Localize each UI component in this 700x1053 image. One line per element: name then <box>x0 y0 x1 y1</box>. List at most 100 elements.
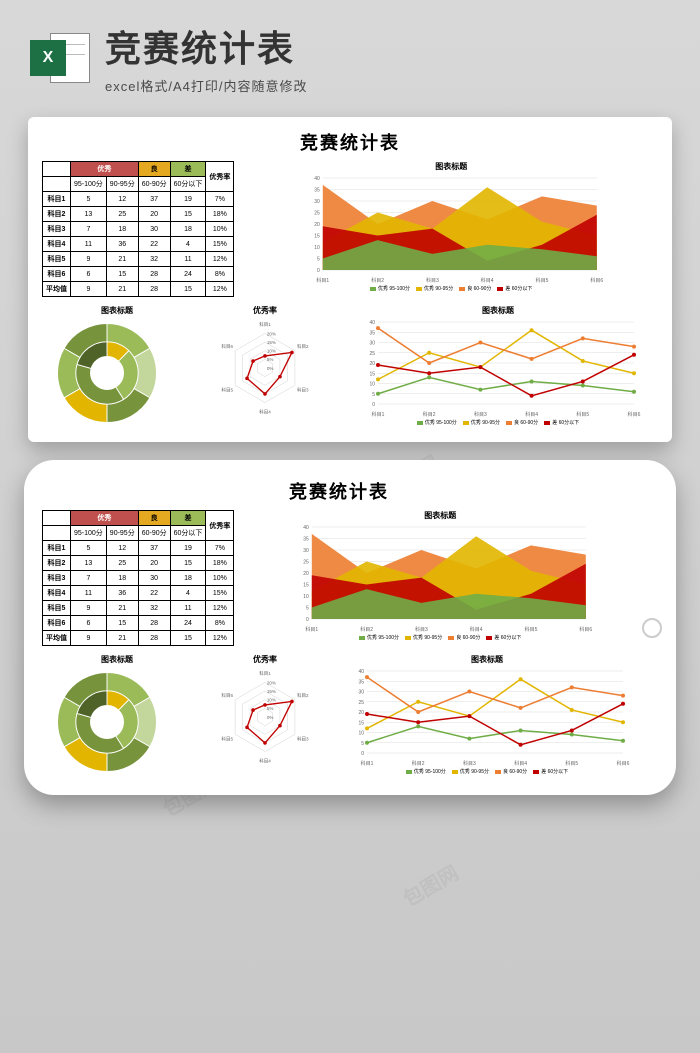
legend-item: 优秀 90-95分 <box>452 768 489 775</box>
svg-text:科目6: 科目6 <box>221 343 233 350</box>
svg-text:0: 0 <box>317 268 320 274</box>
cell: 6 <box>71 616 107 631</box>
legend-item: 优秀 95-100分 <box>406 768 446 775</box>
cell: 12% <box>206 601 234 616</box>
svg-text:科目4: 科目4 <box>470 626 483 633</box>
svg-text:科目6: 科目6 <box>617 760 630 767</box>
table-row: 平均值921281512% <box>43 631 234 646</box>
cell: 13 <box>71 556 107 571</box>
cell: 18 <box>106 222 138 237</box>
legend-item: 良 60-90分 <box>506 419 538 426</box>
cell: 18 <box>170 222 206 237</box>
legend-item: 良 60-90分 <box>448 634 480 641</box>
svg-text:科目1: 科目1 <box>317 277 330 284</box>
svg-text:10: 10 <box>369 382 375 388</box>
cell: 7 <box>71 222 107 237</box>
svg-text:科目4: 科目4 <box>259 408 271 415</box>
svg-text:5%: 5% <box>267 706 274 711</box>
radar-chart: 优秀率 0%5%10%15%20%科目1科目2科目3科目4科目5科目6 <box>200 305 330 428</box>
svg-text:科目5: 科目5 <box>525 626 538 633</box>
line-chart: 图表标题 0510152025303540科目1科目2科目3科目4科目5科目6 … <box>338 305 658 428</box>
svg-text:30: 30 <box>369 341 375 347</box>
cell: 9 <box>71 601 107 616</box>
cell: 9 <box>71 252 107 267</box>
svg-text:15: 15 <box>315 234 321 240</box>
row-label: 科目1 <box>43 192 71 207</box>
svg-text:10: 10 <box>315 245 321 251</box>
cell: 9 <box>71 631 107 646</box>
svg-text:15%: 15% <box>267 340 276 345</box>
legend-item: 优秀 90-95分 <box>463 419 500 426</box>
svg-text:科目3: 科目3 <box>426 277 439 284</box>
cell: 21 <box>106 252 138 267</box>
svg-text:5: 5 <box>361 741 364 747</box>
cell: 7% <box>206 192 234 207</box>
row-label: 科目2 <box>43 556 71 571</box>
cell: 25 <box>106 556 138 571</box>
cell: 36 <box>106 586 138 601</box>
svg-text:5: 5 <box>317 257 320 263</box>
cell: 15 <box>106 267 138 282</box>
svg-text:科目4: 科目4 <box>259 757 271 764</box>
svg-text:25: 25 <box>304 560 310 566</box>
svg-text:10: 10 <box>358 731 364 737</box>
svg-text:25: 25 <box>369 351 375 357</box>
svg-text:5%: 5% <box>267 357 274 362</box>
cell: 8% <box>206 267 234 282</box>
row-label: 科目2 <box>43 207 71 222</box>
col-group-bad: 差 <box>170 162 206 177</box>
radar-chart: 优秀率 0%5%10%15%20%科目1科目2科目3科目4科目5科目6 <box>200 654 330 777</box>
cell: 12% <box>206 282 234 297</box>
table-row: 科目5921321112% <box>43 252 234 267</box>
svg-text:40: 40 <box>358 669 364 675</box>
cell: 21 <box>106 631 138 646</box>
cell: 12% <box>206 252 234 267</box>
cell: 7% <box>206 541 234 556</box>
svg-text:20%: 20% <box>267 331 276 336</box>
legend-item: 优秀 95-100分 <box>370 285 410 292</box>
row-label: 科目5 <box>43 601 71 616</box>
sheet-main-title: 竞赛统计表 <box>42 478 636 504</box>
svg-text:科目2: 科目2 <box>297 692 309 699</box>
legend-item: 差 60分以下 <box>544 419 579 426</box>
svg-text:科目2: 科目2 <box>412 760 425 767</box>
svg-text:20: 20 <box>315 222 321 228</box>
svg-text:15: 15 <box>358 720 364 726</box>
cell: 24 <box>170 267 206 282</box>
cell: 15% <box>206 237 234 252</box>
cell: 21 <box>106 601 138 616</box>
table-row: 科目4113622415% <box>43 586 234 601</box>
svg-text:0%: 0% <box>267 366 274 371</box>
col-group-excellent: 优秀 <box>71 162 139 177</box>
area-chart-title: 图表标题 <box>244 161 658 172</box>
legend-item: 优秀 95-100分 <box>417 419 457 426</box>
sheet-main-title: 竞赛统计表 <box>42 129 658 155</box>
svg-text:科目1: 科目1 <box>361 760 374 767</box>
cell: 9 <box>71 282 107 297</box>
cell: 18 <box>106 571 138 586</box>
cell: 30 <box>138 571 170 586</box>
cell: 4 <box>170 237 206 252</box>
svg-text:科目1: 科目1 <box>372 411 385 418</box>
svg-text:20: 20 <box>304 571 310 577</box>
cell: 15 <box>170 556 206 571</box>
cell: 12 <box>106 192 138 207</box>
svg-text:20: 20 <box>369 361 375 367</box>
cell: 22 <box>138 586 170 601</box>
svg-text:科目1: 科目1 <box>259 670 271 677</box>
col-header-rate: 优秀率 <box>206 162 234 192</box>
svg-text:35: 35 <box>369 330 375 336</box>
table-row: 科目661528248% <box>43 616 234 631</box>
svg-text:0%: 0% <box>267 715 274 720</box>
excel-badge-letter: X <box>30 40 66 76</box>
cell: 20 <box>138 207 170 222</box>
col-header: 90-95分 <box>106 177 138 192</box>
svg-text:40: 40 <box>304 525 310 531</box>
cell: 10% <box>206 571 234 586</box>
row-label: 平均值 <box>43 282 71 297</box>
svg-text:科目6: 科目6 <box>580 626 593 633</box>
legend-item: 良 60-90分 <box>495 768 527 775</box>
cell: 6 <box>71 267 107 282</box>
cell: 15 <box>106 616 138 631</box>
cell: 11 <box>170 601 206 616</box>
